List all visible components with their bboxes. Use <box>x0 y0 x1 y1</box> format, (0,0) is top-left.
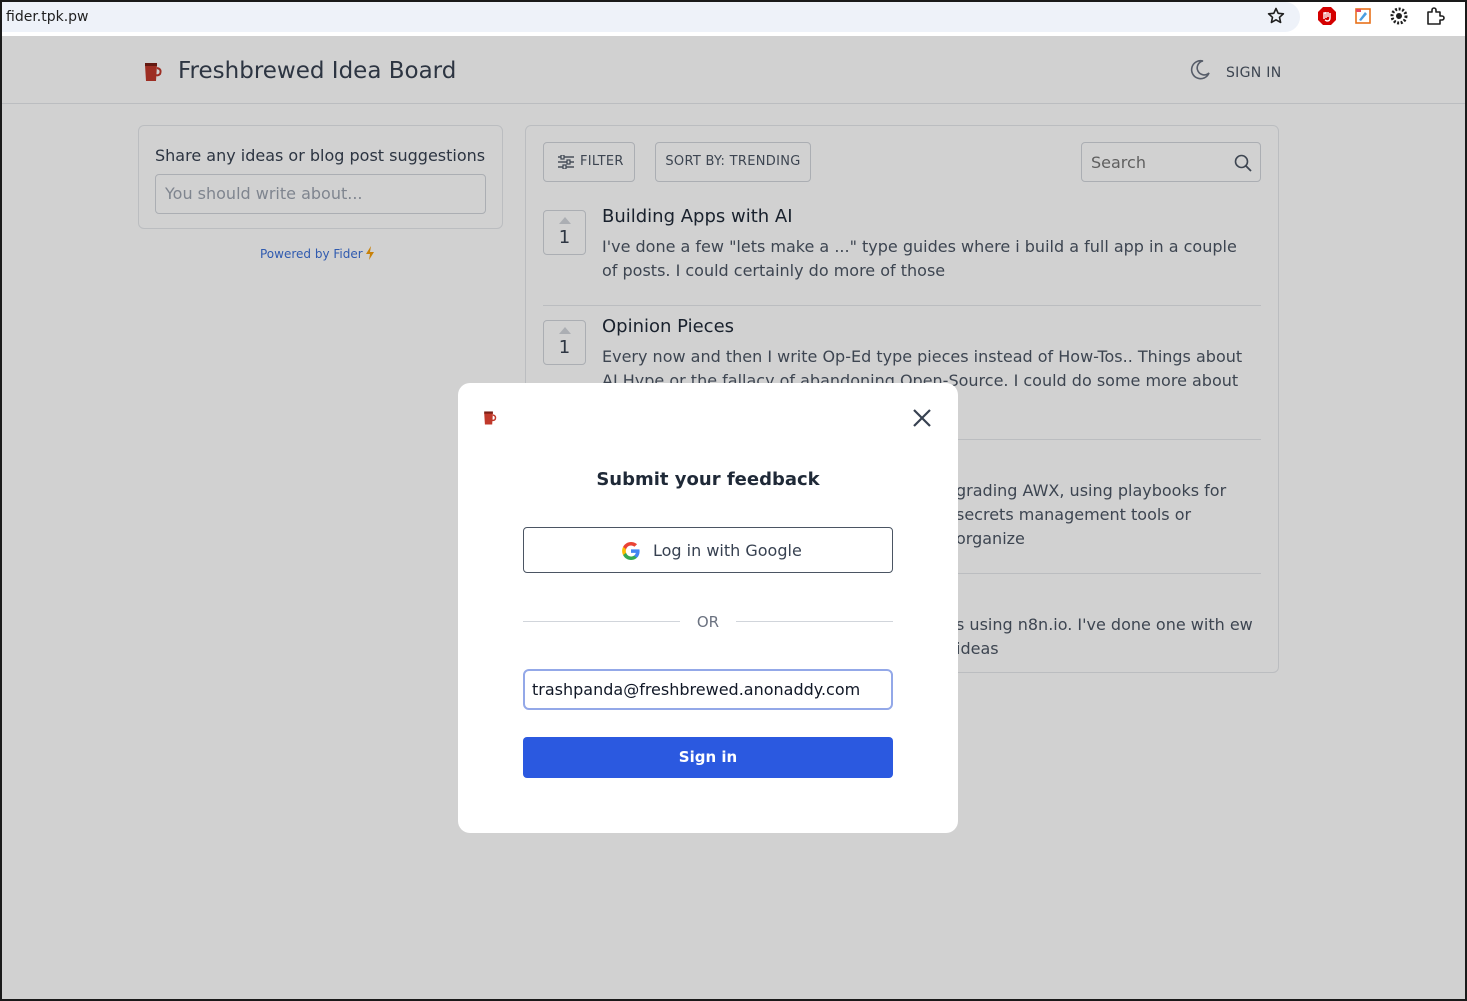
edit-extension-icon[interactable] <box>1353 6 1373 26</box>
adblock-extension-icon[interactable] <box>1317 6 1337 26</box>
signin-button[interactable]: Sign in <box>523 737 893 778</box>
settings-extension-icon[interactable] <box>1389 6 1409 26</box>
modal-title: Submit your feedback <box>596 469 820 490</box>
bookmark-star-icon[interactable] <box>1266 6 1286 26</box>
coffee-cup-logo-icon <box>484 411 497 425</box>
browser-toolbar: fider.tpk.pw <box>2 2 1465 36</box>
browser-window: fider.tpk.pw Freshbrewed Idea Board SIGN… <box>0 0 1467 1001</box>
email-field[interactable] <box>523 669 893 710</box>
extensions-puzzle-icon[interactable] <box>1425 6 1445 26</box>
divider-right <box>736 621 893 622</box>
google-login-label: Log in with Google <box>653 541 802 560</box>
google-login-button[interactable]: Log in with Google <box>523 527 893 573</box>
signin-modal: Submit your feedback Log in with Google … <box>458 383 958 833</box>
or-separator: OR <box>696 613 720 631</box>
url-text: fider.tpk.pw <box>6 9 89 25</box>
close-icon[interactable] <box>911 407 933 429</box>
address-bar[interactable]: fider.tpk.pw <box>2 2 1300 32</box>
google-icon <box>622 542 640 560</box>
